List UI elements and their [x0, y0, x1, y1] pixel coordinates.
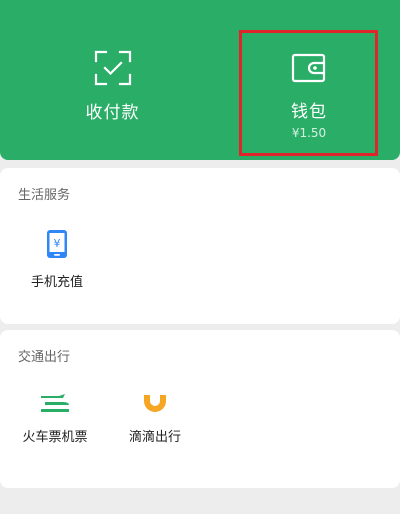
- pay-receive-label: 收付款: [85, 103, 140, 123]
- train-ticket-label: 火车票机票: [22, 430, 88, 445]
- transport-section: 交通出行 火车票机票 滴滴出行: [0, 330, 400, 488]
- didi-icon: [144, 395, 166, 412]
- page-bottom-background: [0, 494, 400, 514]
- train-ticket-icon: [41, 394, 69, 412]
- transport-title: 交通出行: [18, 350, 71, 365]
- phone-recharge-icon: ¥: [47, 230, 67, 258]
- phone-recharge-label: 手机充值: [30, 275, 83, 290]
- phone-recharge-item[interactable]: ¥ 手机充值: [12, 229, 102, 290]
- pay-receive-button[interactable]: 收付款: [30, 0, 195, 160]
- train-ticket-item[interactable]: 火车票机票: [10, 392, 100, 445]
- life-services-title: 生活服务: [18, 188, 71, 203]
- scan-pay-icon: [94, 50, 131, 86]
- wallet-header-card: 收付款 钱包 ¥1.50: [0, 0, 400, 160]
- life-services-section: 生活服务 ¥ 手机充值: [0, 168, 400, 324]
- didi-item[interactable]: 滴滴出行: [110, 392, 200, 445]
- didi-label: 滴滴出行: [128, 430, 181, 445]
- wallet-highlight-box: [239, 30, 378, 156]
- svg-text:¥: ¥: [54, 237, 61, 250]
